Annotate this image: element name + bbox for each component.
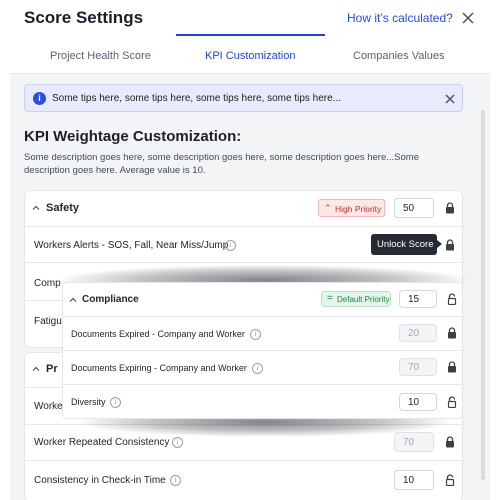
tab-bar: Project Health Score KPI Customization C… [10, 38, 490, 74]
compliance-title: Compliance [82, 294, 139, 305]
info-icon[interactable]: i [225, 240, 236, 251]
page-title: Score Settings [24, 8, 144, 27]
default-priority-badge: = Default Priority [321, 291, 391, 307]
priority-label: High Priority [335, 204, 382, 214]
chevron-up-icon[interactable] [69, 296, 77, 304]
info-icon[interactable]: i [170, 475, 181, 486]
modal-header: Score Settings How it’s calculated? [0, 0, 500, 38]
scrollbar[interactable] [481, 110, 485, 480]
kpi-weight-input[interactable]: 70 [399, 358, 437, 376]
unlock-icon[interactable] [447, 396, 457, 408]
compliance-weight-input[interactable]: 15 [399, 290, 437, 308]
tab-project-health-score[interactable]: Project Health Score [50, 50, 151, 62]
info-icon[interactable]: i [252, 363, 263, 374]
info-icon[interactable]: i [110, 397, 121, 408]
high-priority-badge: ⌃ High Priority [318, 199, 385, 217]
kpi-row-label: Worke [34, 401, 63, 412]
kpi-row-label: Diversity [71, 397, 106, 407]
kpi-row-label: Documents Expiring - Company and Worker [71, 363, 247, 373]
equals-icon: = [327, 293, 333, 304]
kpi-weight-input[interactable]: 20 [399, 324, 437, 342]
section-title: KPI Weightage Customization: [24, 128, 242, 145]
info-icon: i [33, 92, 46, 105]
close-icon[interactable] [460, 10, 476, 26]
safety-title: Safety [46, 202, 80, 214]
double-chevron-up-icon: ⌃ [324, 203, 332, 213]
tab-companies-values[interactable]: Companies Values [353, 50, 445, 62]
section-description: Some description goes here, some descrip… [24, 152, 419, 176]
kpi-row-label: Documents Expired - Company and Worker [71, 329, 245, 339]
tip-text: Some tips here, some tips here, some tip… [52, 93, 342, 104]
lock-icon[interactable] [447, 361, 457, 373]
unlock-score-tooltip: Unlock Score [371, 234, 442, 255]
divider [25, 226, 462, 227]
lock-icon[interactable] [445, 202, 455, 214]
lock-icon[interactable] [445, 436, 455, 448]
kpi-weight-input[interactable]: 10 [399, 393, 437, 411]
divider [25, 460, 462, 461]
close-tip-icon[interactable] [444, 93, 456, 105]
kpi-row-label: Workers Alerts - SOS, Fall, Near Miss/Ju… [34, 240, 229, 251]
divider [63, 384, 462, 385]
divider [63, 350, 462, 351]
lock-icon[interactable] [447, 327, 457, 339]
safety-weight-input[interactable]: 50 [394, 198, 434, 218]
kpi-row-label: Worker Repeated Consistency [34, 437, 170, 448]
tip-banner: i Some tips here, some tips here, some t… [24, 84, 463, 112]
chevron-up-icon[interactable] [32, 204, 40, 212]
how-calculated-link[interactable]: How it’s calculated? [347, 11, 453, 25]
chevron-up-icon[interactable] [32, 365, 40, 373]
divider [25, 262, 462, 263]
info-icon[interactable]: i [250, 329, 261, 340]
tab-kpi-customization[interactable]: KPI Customization [205, 50, 295, 62]
info-icon[interactable]: i [172, 437, 183, 448]
background-section-title: Pr [46, 363, 58, 375]
unlock-icon[interactable] [445, 474, 455, 486]
kpi-row-label: Fatigu [34, 316, 62, 327]
divider [63, 316, 462, 317]
priority-label: Default Priority [337, 295, 390, 304]
kpi-row-label: Comp [34, 278, 61, 289]
active-tab-indicator [176, 34, 325, 36]
kpi-weight-input[interactable]: 70 [394, 432, 434, 452]
unlock-icon[interactable] [447, 293, 457, 305]
lock-icon[interactable] [445, 239, 455, 251]
kpi-row-label: Consistency in Check-in Time [34, 475, 166, 486]
kpi-weight-input[interactable]: 10 [394, 470, 434, 490]
